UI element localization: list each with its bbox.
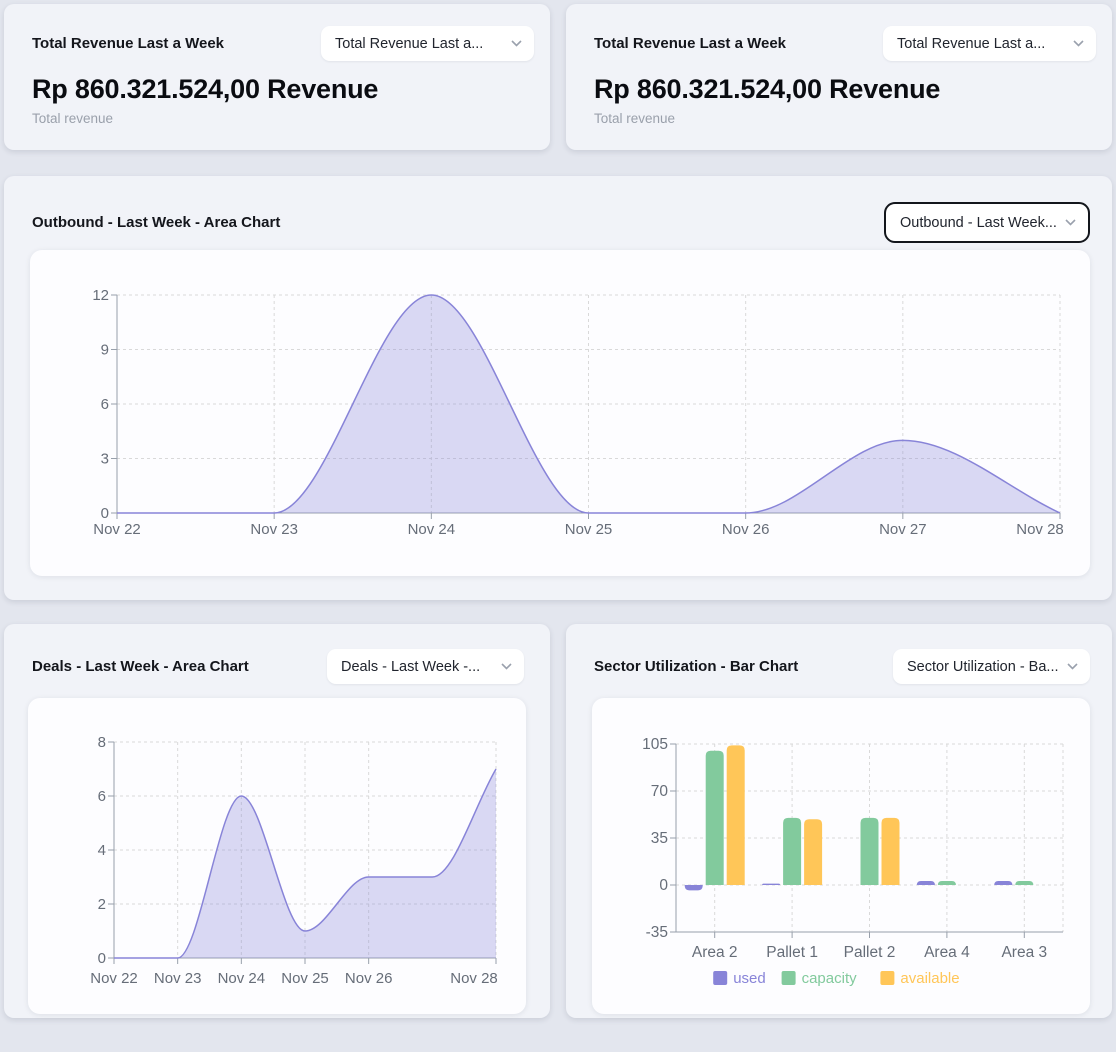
chevron-down-icon (511, 40, 522, 47)
svg-text:6: 6 (98, 788, 106, 805)
dashboard-page: Total Revenue Last a Week Total Revenue … (0, 0, 1116, 1052)
svg-text:Nov 24: Nov 24 (218, 970, 266, 987)
chevron-down-icon (1065, 219, 1076, 226)
deals-chart-card: Deals - Last Week - Area Chart Deals - L… (4, 624, 550, 1018)
svg-text:3: 3 (101, 451, 109, 468)
card-header: Total Revenue Last a Week Total Revenue … (4, 4, 550, 61)
deals-chart-title: Deals - Last Week - Area Chart (32, 658, 249, 675)
svg-text:Nov 28: Nov 28 (450, 970, 498, 987)
svg-text:6: 6 (101, 396, 109, 413)
sector-bar-chart: -35 0 35 70 105 Area 2 Pallet 1 Pallet 2 Area 4 A… (592, 698, 1090, 1014)
chevron-down-icon (501, 663, 512, 670)
svg-text:Pallet 2: Pallet 2 (844, 944, 896, 961)
deals-area-chart: 0 2 4 6 8 Nov 22 Nov 23 Nov 24 Nov 25 Nov 26 Nov 2… (28, 698, 526, 1014)
svg-text:Nov 26: Nov 26 (722, 521, 770, 538)
svg-text:Nov 28: Nov 28 (1016, 521, 1064, 538)
revenue-value: Rp 860.321.524,00 Revenue (32, 72, 550, 106)
sector-chart-panel: -35 0 35 70 105 Area 2 Pallet 1 Pallet 2 Area 4 A… (592, 698, 1090, 1014)
sector-chart-title: Sector Utilization - Bar Chart (594, 658, 798, 675)
deals-chart-dropdown[interactable]: Deals - Last Week -... (327, 649, 524, 684)
deals-chart-panel: 0 2 4 6 8 Nov 22 Nov 23 Nov 24 Nov 25 Nov 26 Nov 2… (28, 698, 526, 1014)
svg-text:Nov 25: Nov 25 (281, 970, 329, 987)
outbound-area-chart: 0 3 6 9 12 Nov 22 Nov 23 Nov 24 Nov 25 Nov 26 Nov … (30, 250, 1090, 576)
svg-text:Nov 25: Nov 25 (565, 521, 613, 538)
chevron-down-icon (1073, 40, 1084, 47)
dropdown-value: Sector Utilization - Ba... (907, 659, 1059, 675)
svg-text:2: 2 (98, 896, 106, 913)
dropdown-value: Total Revenue Last a... (335, 36, 483, 52)
card-header: Deals - Last Week - Area Chart Deals - L… (4, 624, 550, 684)
revenue-subtitle: Total revenue (594, 111, 1112, 126)
outbound-chart-card: Outbound - Last Week - Area Chart Outbou… (4, 176, 1112, 600)
svg-text:Nov 22: Nov 22 (90, 970, 138, 987)
svg-text:0: 0 (101, 505, 109, 522)
sector-chart-dropdown[interactable]: Sector Utilization - Ba... (893, 649, 1090, 684)
svg-text:used: used (733, 970, 766, 987)
revenue-period-dropdown[interactable]: Total Revenue Last a... (883, 26, 1096, 61)
outbound-chart-dropdown[interactable]: Outbound - Last Week... (884, 202, 1090, 243)
sector-chart-card: Sector Utilization - Bar Chart Sector Ut… (566, 624, 1112, 1018)
revenue-card-right: Total Revenue Last a Week Total Revenue … (566, 4, 1112, 150)
svg-text:Area 3: Area 3 (1001, 944, 1047, 961)
svg-text:Pallet 1: Pallet 1 (766, 944, 818, 961)
outbound-chart-panel: 0 3 6 9 12 Nov 22 Nov 23 Nov 24 Nov 25 Nov 26 Nov … (30, 250, 1090, 576)
card-header: Sector Utilization - Bar Chart Sector Ut… (566, 624, 1112, 684)
chevron-down-icon (1067, 663, 1078, 670)
svg-text:8: 8 (98, 734, 106, 751)
svg-text:available: available (900, 970, 959, 987)
svg-text:capacity: capacity (802, 970, 858, 987)
svg-text:9: 9 (101, 342, 109, 359)
svg-text:12: 12 (92, 287, 109, 304)
dropdown-value: Total Revenue Last a... (897, 36, 1045, 52)
card-header: Total Revenue Last a Week Total Revenue … (566, 4, 1112, 61)
svg-text:35: 35 (651, 830, 668, 847)
dropdown-value: Deals - Last Week -... (341, 659, 480, 675)
revenue-card-left: Total Revenue Last a Week Total Revenue … (4, 4, 550, 150)
svg-text:Area 4: Area 4 (924, 944, 970, 961)
svg-text:105: 105 (642, 736, 668, 753)
revenue-period-dropdown[interactable]: Total Revenue Last a... (321, 26, 534, 61)
svg-text:70: 70 (651, 783, 669, 800)
dropdown-value: Outbound - Last Week... (900, 215, 1057, 231)
svg-text:0: 0 (98, 950, 106, 967)
svg-text:Nov 23: Nov 23 (154, 970, 202, 987)
svg-text:Nov 27: Nov 27 (879, 521, 927, 538)
revenue-card-title: Total Revenue Last a Week (594, 35, 786, 52)
svg-text:Nov 23: Nov 23 (250, 521, 298, 538)
card-header: Outbound - Last Week - Area Chart Outbou… (4, 176, 1112, 243)
svg-text:4: 4 (98, 842, 106, 859)
revenue-value: Rp 860.321.524,00 Revenue (594, 72, 1112, 106)
revenue-card-title: Total Revenue Last a Week (32, 35, 224, 52)
outbound-chart-title: Outbound - Last Week - Area Chart (32, 214, 280, 231)
svg-text:0: 0 (659, 877, 668, 894)
svg-text:Area 2: Area 2 (692, 944, 738, 961)
svg-text:Nov 26: Nov 26 (345, 970, 393, 987)
revenue-subtitle: Total revenue (32, 111, 550, 126)
svg-text:Nov 24: Nov 24 (408, 521, 456, 538)
svg-text:Nov 22: Nov 22 (93, 521, 141, 538)
svg-text:-35: -35 (646, 924, 668, 941)
